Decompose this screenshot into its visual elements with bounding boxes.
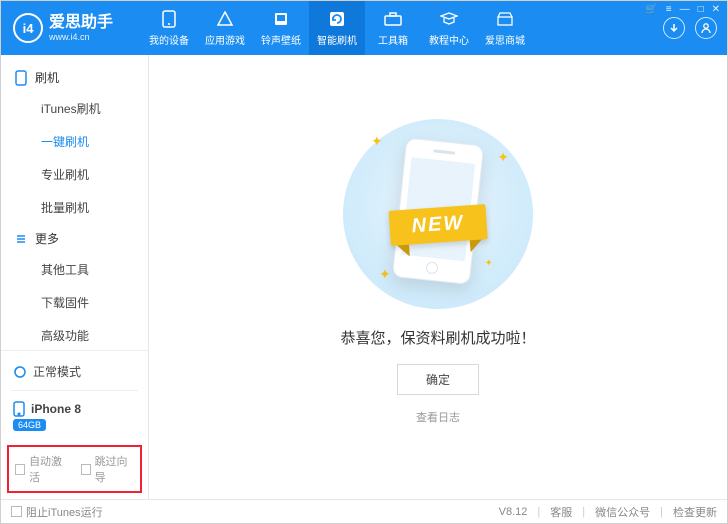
user-button[interactable] xyxy=(695,17,717,39)
nav-tutorial[interactable]: 教程中心 xyxy=(421,1,477,55)
highlighted-checks: 自动激活 跳过向导 xyxy=(7,445,142,493)
check-update-link[interactable]: 检查更新 xyxy=(673,504,717,520)
flash-icon xyxy=(329,10,345,28)
check-auto-activate[interactable]: 自动激活 xyxy=(15,453,69,485)
version-label: V8.12 xyxy=(499,506,528,518)
tutorial-icon xyxy=(440,10,458,28)
sidebar-item-advanced[interactable]: 高级功能 xyxy=(1,319,148,350)
nav-apps[interactable]: 应用游戏 xyxy=(197,1,253,55)
header-right xyxy=(663,17,727,39)
device-icon xyxy=(162,10,176,28)
support-link[interactable]: 客服 xyxy=(550,504,572,520)
storage-badge: 64GB xyxy=(13,419,46,431)
apps-icon xyxy=(216,10,234,28)
cart-icon[interactable]: 🛒 xyxy=(645,4,657,15)
new-ribbon: NEW xyxy=(389,205,488,247)
window-controls: 🛒 ≡ — □ ✕ xyxy=(645,4,720,15)
nav-tools[interactable]: 工具箱 xyxy=(365,1,421,55)
mode-label: 正常模式 xyxy=(33,363,81,380)
ok-button[interactable]: 确定 xyxy=(397,364,479,395)
check-block-itunes[interactable]: 阻止iTunes运行 xyxy=(11,504,103,520)
header: i4 爱思助手 www.i4.cn 我的设备 应用游戏 铃声壁纸 智能刷机 xyxy=(1,1,727,55)
sidebar-group-more: 更多 xyxy=(1,224,148,253)
sidebar-item-other-tools[interactable]: 其他工具 xyxy=(1,253,148,286)
download-button[interactable] xyxy=(663,17,685,39)
mode-row[interactable]: 正常模式 xyxy=(11,359,138,384)
minimize-icon[interactable]: — xyxy=(680,4,690,15)
sidebar-group-flash: 刷机 xyxy=(1,63,148,92)
view-log-link[interactable]: 查看日志 xyxy=(416,409,460,425)
nav-ringtone[interactable]: 铃声壁纸 xyxy=(253,1,309,55)
logo-icon: i4 xyxy=(13,13,43,43)
success-illustration: ✦✦✦✦ NEW xyxy=(343,119,533,309)
device-row[interactable]: iPhone 8 64GB xyxy=(11,397,138,439)
sidebar-group-label: 更多 xyxy=(35,230,59,247)
app-title: 爱思助手 xyxy=(49,15,113,31)
sidebar-group-label: 刷机 xyxy=(35,69,59,86)
sidebar-item-oneclick-flash[interactable]: 一键刷机 xyxy=(1,125,148,158)
device-name: iPhone 8 xyxy=(31,402,81,416)
sidebar: 刷机 iTunes刷机 一键刷机 专业刷机 批量刷机 更多 其他工具 下载固件 … xyxy=(1,55,149,499)
toolbox-icon xyxy=(384,10,402,28)
top-nav: 我的设备 应用游戏 铃声壁纸 智能刷机 工具箱 教程中心 xyxy=(141,1,663,55)
ringtone-icon xyxy=(273,10,289,28)
wechat-link[interactable]: 微信公众号 xyxy=(595,504,650,520)
sidebar-item-download-firmware[interactable]: 下载固件 xyxy=(1,286,148,319)
status-bar: 阻止iTunes运行 V8.12 | 客服 | 微信公众号 | 检查更新 xyxy=(1,499,727,523)
logo[interactable]: i4 爱思助手 www.i4.cn xyxy=(1,13,141,43)
close-icon[interactable]: ✕ xyxy=(712,4,720,15)
menu-icon[interactable]: ≡ xyxy=(666,4,672,15)
maximize-icon[interactable]: □ xyxy=(698,4,704,15)
sidebar-item-itunes-flash[interactable]: iTunes刷机 xyxy=(1,92,148,125)
sidebar-item-pro-flash[interactable]: 专业刷机 xyxy=(1,158,148,191)
nav-device[interactable]: 我的设备 xyxy=(141,1,197,55)
sidebar-item-batch-flash[interactable]: 批量刷机 xyxy=(1,191,148,224)
app-subtitle: www.i4.cn xyxy=(49,33,113,42)
success-message: 恭喜您，保资料刷机成功啦！ xyxy=(340,327,535,348)
main-content: ✦✦✦✦ NEW 恭喜您，保资料刷机成功啦！ 确定 查看日志 xyxy=(149,55,727,499)
nav-store[interactable]: 爱思商城 xyxy=(477,1,533,55)
store-icon xyxy=(496,10,514,28)
check-skip-guide[interactable]: 跳过向导 xyxy=(81,453,135,485)
nav-flash[interactable]: 智能刷机 xyxy=(309,1,365,55)
